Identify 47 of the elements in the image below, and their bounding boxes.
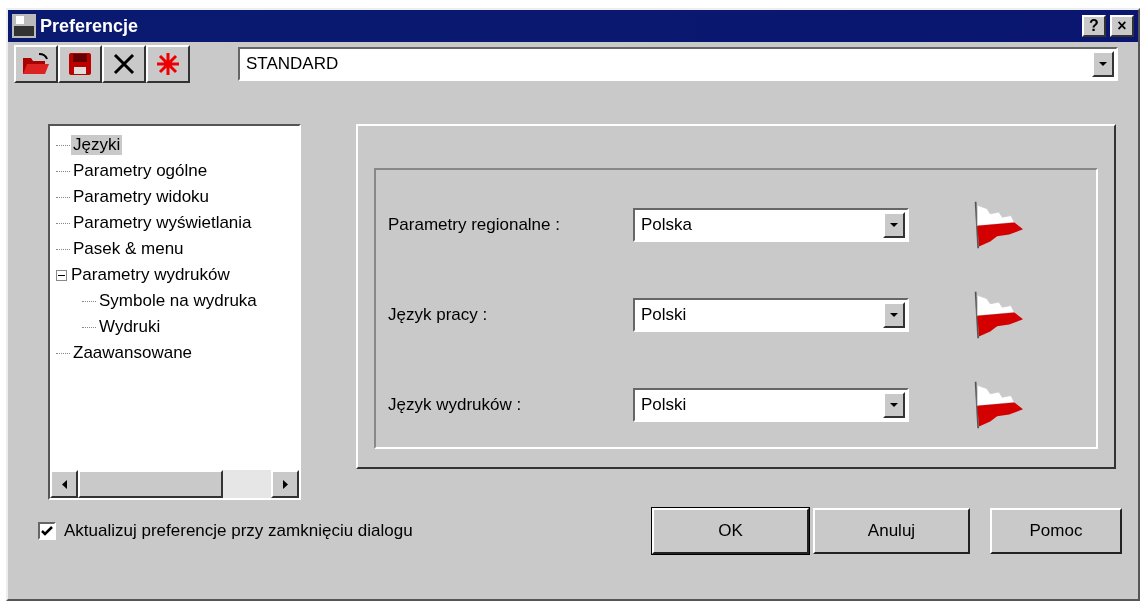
down-arrow-icon [1099,62,1107,66]
tree-item[interactable]: Zaawansowane [71,343,195,363]
tree-item[interactable]: Języki [71,135,123,155]
tree-item[interactable]: Parametry widoku [71,187,212,207]
delete-button[interactable] [102,45,146,83]
dropdown-button[interactable] [1092,51,1114,77]
dropdown-button[interactable] [883,302,905,328]
window-title: Preferencje [40,15,140,37]
close-button[interactable]: × [1110,15,1134,37]
folder-icon [21,52,51,76]
down-arrow-icon [890,223,898,227]
field-label: Język pracy : [388,305,489,325]
down-arrow-icon [890,313,898,317]
dialog-button[interactable]: OK [652,508,809,554]
dialog-button[interactable]: Pomoc [990,508,1122,554]
dropdown-button[interactable] [883,212,905,238]
tree-item[interactable]: Parametry wyświetlania [71,213,254,233]
tree-item[interactable]: Pasek & menu [71,239,186,259]
new-button[interactable] [146,45,190,83]
scroll-left-button[interactable] [50,470,78,498]
open-folder-button[interactable] [14,45,58,83]
scroll-right-button[interactable] [271,470,299,498]
down-arrow-icon [890,403,898,407]
right-arrow-icon [282,479,288,489]
checkbox-label[interactable]: Aktualizuj preferencje przy zamknięciu dialogu [64,521,413,541]
tree-item[interactable]: Parametry ogólne [71,161,210,181]
tree-item[interactable]: Parametry wydruków [69,265,232,285]
star-icon [155,51,181,77]
tree-item[interactable]: Symbole na wydruka [97,291,259,311]
language-dropdown[interactable]: Polski [633,298,909,332]
help-button[interactable]: ? [1082,15,1106,37]
collapse-icon[interactable] [56,269,67,281]
cross-icon [112,52,136,76]
floppy-icon [68,52,92,76]
field-label: Parametry regionalne : [388,215,561,235]
field-label: Język wydruków : [388,395,523,415]
profile-dropdown[interactable]: STANDARD [238,47,1118,81]
language-dropdown[interactable]: Polski [633,388,909,422]
tree-item[interactable]: Wydruki [97,317,163,337]
language-dropdown[interactable]: Polska [633,208,909,242]
save-button[interactable] [58,45,102,83]
scroll-thumb[interactable] [78,470,223,498]
checkbox[interactable] [38,522,56,540]
dialog-button[interactable]: Anuluj [813,508,970,554]
left-arrow-icon [61,479,67,489]
dropdown-button[interactable] [883,392,905,418]
app-icon [12,14,36,38]
